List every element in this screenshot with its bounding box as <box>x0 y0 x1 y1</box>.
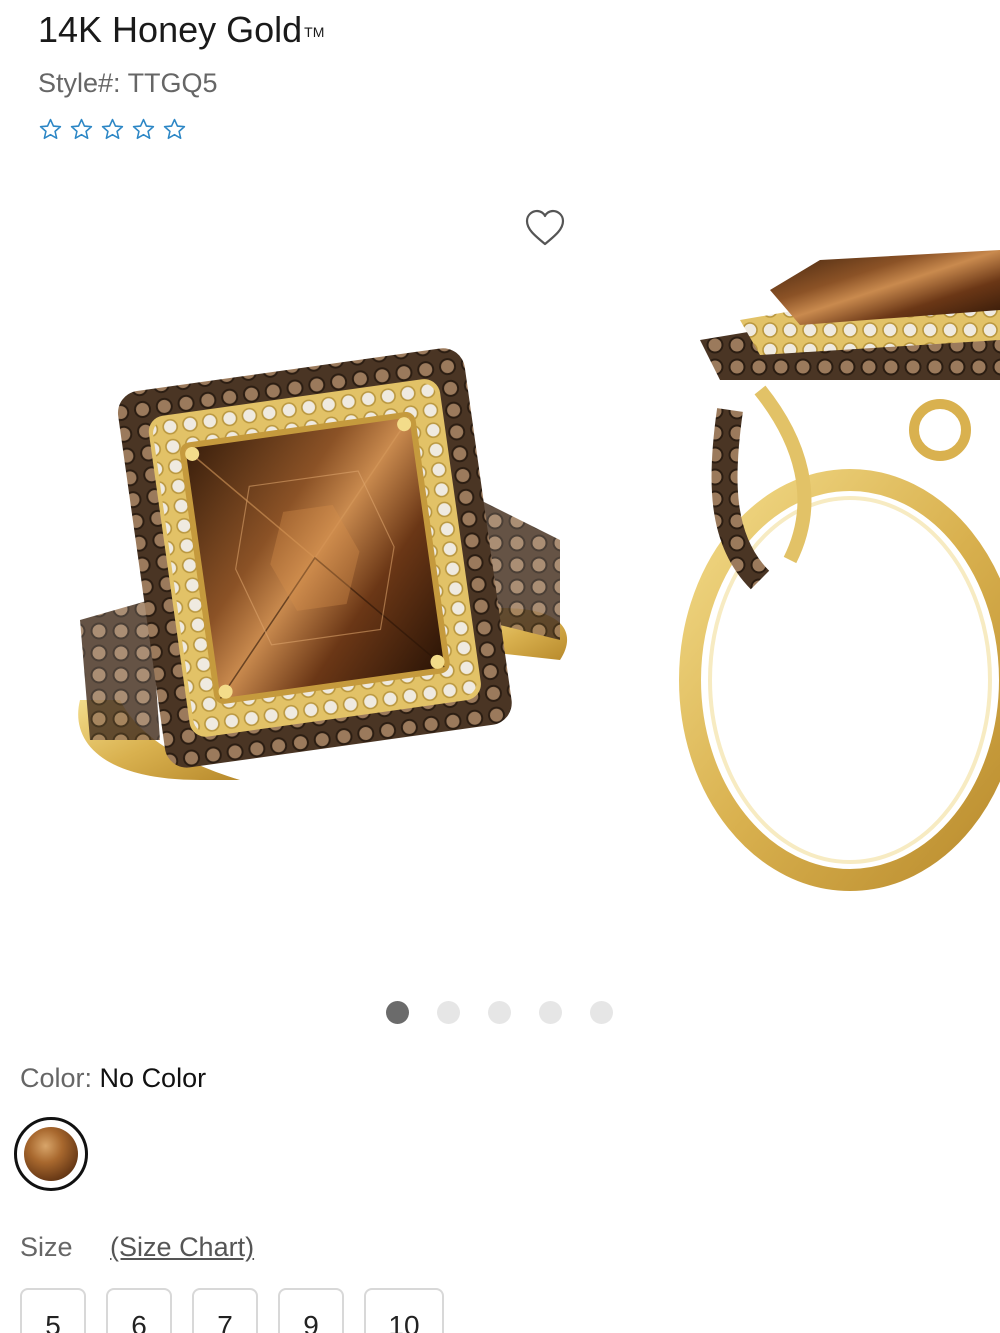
ring-side-image <box>679 250 1000 891</box>
size-chart-link[interactable]: (Size Chart) <box>110 1232 254 1262</box>
star-icon[interactable] <box>162 117 187 142</box>
size-label: Size <box>20 1232 73 1262</box>
product-page: 14K Honey Gold TM Style#: TTGQ5 Color: N… <box>0 0 1000 1333</box>
color-swatch-selected[interactable] <box>14 1117 88 1191</box>
carousel-dot[interactable] <box>437 1001 460 1024</box>
heart-icon[interactable] <box>524 208 566 248</box>
size-option-7[interactable]: 7 <box>192 1288 258 1333</box>
color-selector-label: Color: No Color <box>20 1063 206 1094</box>
star-icon[interactable] <box>100 117 125 142</box>
trademark-symbol: TM <box>304 24 325 40</box>
star-icon[interactable] <box>131 117 156 142</box>
star-icon[interactable] <box>38 117 63 142</box>
color-value: No Color <box>99 1063 207 1093</box>
carousel-dot[interactable] <box>590 1001 613 1024</box>
carousel-pagination <box>386 1001 613 1024</box>
star-icon[interactable] <box>69 117 94 142</box>
style-value: TTGQ5 <box>127 68 218 98</box>
color-label: Color: <box>20 1063 93 1093</box>
size-options: 5 6 7 9 10 <box>20 1288 444 1333</box>
style-number: Style#: TTGQ5 <box>38 68 218 99</box>
swatch-stone-image <box>24 1127 78 1181</box>
ring-front-image <box>78 348 568 780</box>
style-label: Style#: <box>38 68 121 98</box>
rating-stars[interactable] <box>38 117 187 142</box>
product-image-gallery[interactable] <box>0 180 1000 980</box>
product-title: 14K Honey Gold TM <box>38 8 324 52</box>
product-title-text: 14K Honey Gold <box>38 9 303 50</box>
size-option-6[interactable]: 6 <box>106 1288 172 1333</box>
carousel-dot[interactable] <box>488 1001 511 1024</box>
product-images[interactable] <box>0 180 1000 980</box>
size-option-10[interactable]: 10 <box>364 1288 444 1333</box>
size-selector-label: Size (Size Chart) <box>20 1232 254 1263</box>
size-option-9[interactable]: 9 <box>278 1288 344 1333</box>
carousel-dot[interactable] <box>386 1001 409 1024</box>
size-option-5[interactable]: 5 <box>20 1288 86 1333</box>
carousel-dot[interactable] <box>539 1001 562 1024</box>
